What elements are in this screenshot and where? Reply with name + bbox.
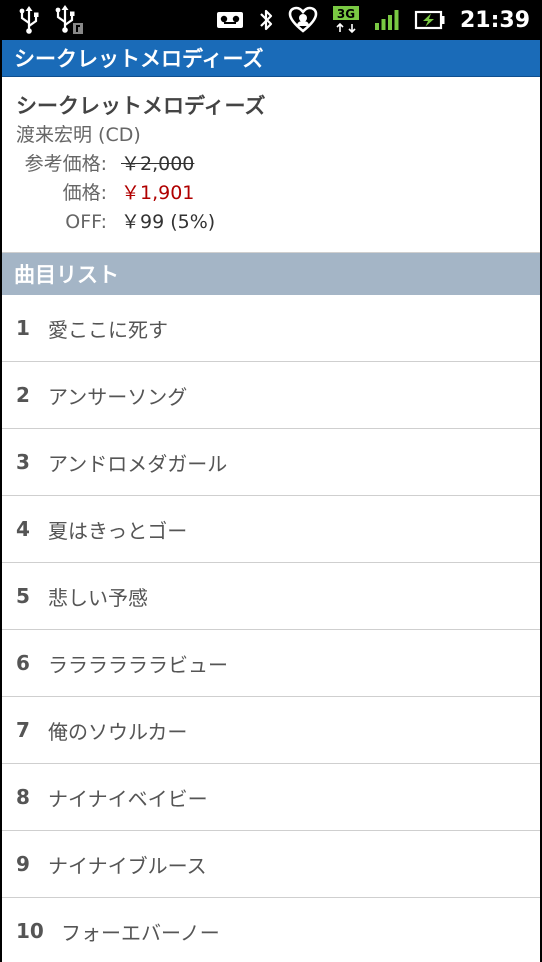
list-price-row: 参考価格: ￥2,000 <box>16 150 526 179</box>
track-item[interactable]: 7 俺のソウルカー <box>2 697 540 764</box>
track-number: 10 <box>16 919 44 943</box>
list-price-label: 参考価格: <box>24 153 107 175</box>
off-value: ￥99 (5%) <box>121 211 216 233</box>
track-item[interactable]: 10 フォーエバーノー <box>2 898 540 962</box>
track-number: 2 <box>16 383 30 407</box>
track-number: 7 <box>16 718 30 742</box>
track-item[interactable]: 4 夏はきっとゴー <box>2 496 540 563</box>
track-item[interactable]: 9 ナイナイブルース <box>2 831 540 898</box>
list-price-value: ￥2,000 <box>121 153 195 175</box>
track-title: フォーエバーノー <box>61 920 220 945</box>
track-title: 夏はきっとゴー <box>48 518 188 543</box>
track-title: アンサーソング <box>48 384 188 409</box>
track-number: 8 <box>16 785 30 809</box>
title-bar: シークレットメロディーズ <box>2 40 540 77</box>
track-title: 愛ここに死す <box>48 317 168 342</box>
track-title: ナイナイベイビー <box>48 786 208 811</box>
track-title: 悲しい予感 <box>48 585 148 610</box>
track-item[interactable]: 6 ララララララビュー <box>2 630 540 697</box>
signal-icon <box>374 6 400 34</box>
track-list-header: 曲目リスト <box>2 253 540 295</box>
usb-icon <box>18 6 40 34</box>
status-right: 3G 21:39 <box>216 6 530 34</box>
price-label: 価格: <box>62 182 107 204</box>
track-number: 9 <box>16 852 30 876</box>
track-title: アンドロメダガール <box>48 451 228 476</box>
track-item[interactable]: 3 アンドロメダガール <box>2 429 540 496</box>
track-title: ナイナイブルース <box>48 853 207 878</box>
track-list-title: 曲目リスト <box>14 263 119 287</box>
track-number: 5 <box>16 584 30 608</box>
price-row: 価格: ￥1,901 <box>16 179 526 208</box>
status-bar: 3G 21:39 <box>2 0 540 40</box>
track-number: 4 <box>16 517 30 541</box>
track-number: 1 <box>16 316 30 340</box>
price-value: ￥1,901 <box>121 182 195 204</box>
off-label: OFF: <box>65 211 107 233</box>
status-left <box>18 5 216 34</box>
album-info: シークレットメロディーズ 渡来宏明 (CD) 参考価格: ￥2,000 価格: … <box>2 77 540 253</box>
track-item[interactable]: 1 愛ここに死す <box>2 295 540 362</box>
track-item[interactable]: 5 悲しい予感 <box>2 563 540 630</box>
usb-debug-icon <box>54 5 84 34</box>
album-title: シークレットメロディーズ <box>16 94 266 118</box>
heart-app-icon <box>288 6 318 34</box>
track-item[interactable]: 8 ナイナイベイビー <box>2 764 540 831</box>
status-clock: 21:39 <box>459 7 530 33</box>
3g-icon: 3G <box>332 6 360 34</box>
bluetooth-icon <box>258 6 274 34</box>
album-artist: 渡来宏明 (CD) <box>16 124 141 146</box>
voicemail-icon <box>216 6 244 34</box>
track-number: 6 <box>16 651 30 675</box>
track-title: 俺のソウルカー <box>48 719 188 744</box>
svg-text:3G: 3G <box>337 7 355 21</box>
track-item[interactable]: 2 アンサーソング <box>2 362 540 429</box>
page-title: シークレットメロディーズ <box>14 47 264 71</box>
track-number: 3 <box>16 450 30 474</box>
track-title: ララララララビュー <box>48 652 228 677</box>
app-screen: 3G 21:39 シークレットメロディーズ シークレットメロディーズ 渡来宏明 … <box>0 0 542 962</box>
off-row: OFF: ￥99 (5%) <box>16 208 526 237</box>
battery-charging-icon <box>414 6 446 34</box>
track-list: 1 愛ここに死す 2 アンサーソング 3 アンドロメダガール 4 夏はきっとゴー 5 悲し… <box>2 295 540 962</box>
